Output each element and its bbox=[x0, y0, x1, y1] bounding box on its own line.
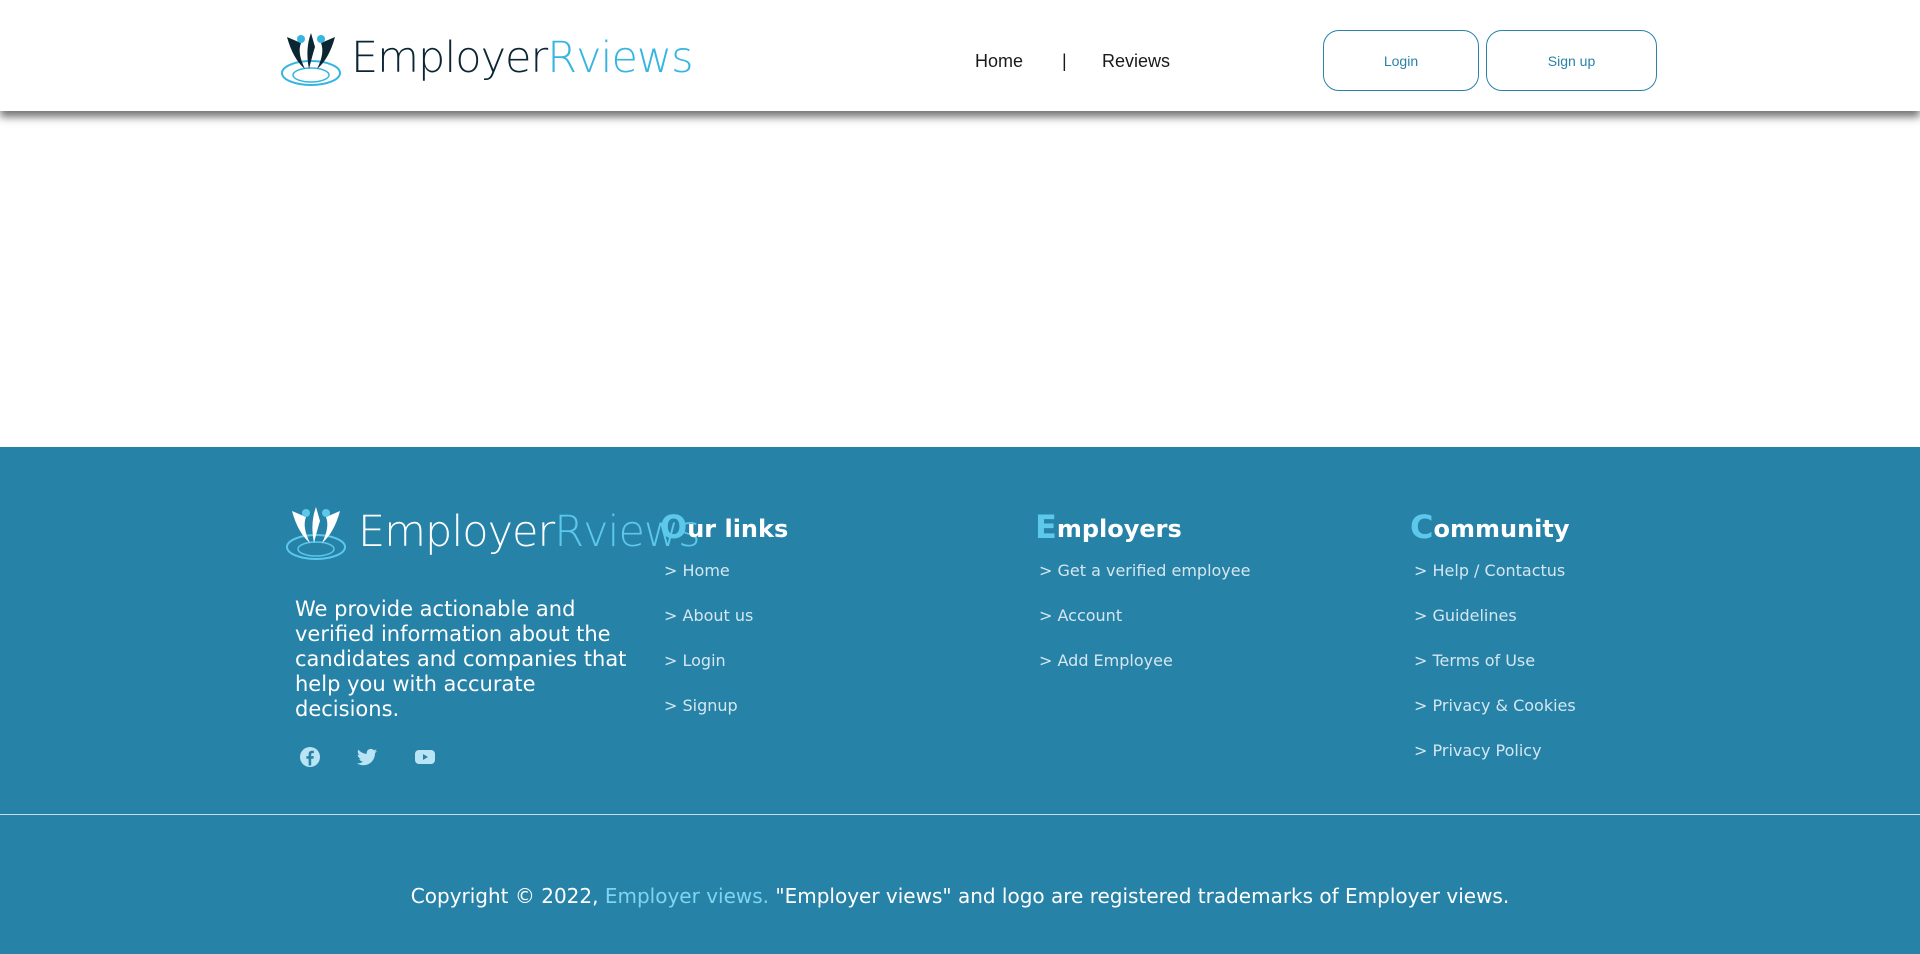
community-title: Community bbox=[1410, 507, 1576, 543]
nav-link-reviews[interactable]: Reviews bbox=[1102, 51, 1170, 72]
logo-text-employer: Employer bbox=[351, 32, 548, 83]
footer-link-get-verified-employee[interactable]: > Get a verified employee bbox=[1035, 561, 1250, 606]
copyright-brand-link[interactable]: Employer views. bbox=[605, 884, 769, 908]
header-logo[interactable]: EmployerRviews bbox=[279, 28, 694, 88]
employers-list: > Get a verified employee > Account > Ad… bbox=[1035, 561, 1250, 696]
footer-link-login[interactable]: > Login bbox=[660, 651, 788, 696]
nav-home-wrap: Home bbox=[975, 50, 1023, 72]
nav-separator: | bbox=[1062, 50, 1067, 71]
footer-link-about-us[interactable]: > About us bbox=[660, 606, 788, 651]
copyright-suffix: "Employer views" and logo are registered… bbox=[769, 884, 1510, 908]
footer-link-home[interactable]: > Home bbox=[660, 561, 788, 606]
site-header: EmployerRviews Home | Reviews Login Sign… bbox=[0, 0, 1920, 111]
logo-wordmark: EmployerRviews bbox=[351, 36, 694, 80]
our-links-title-rest: ur links bbox=[687, 515, 789, 543]
footer-column-our-links: Our links > Home > About us > Login > Si… bbox=[660, 507, 788, 741]
copyright-prefix: Copyright © 2022, bbox=[410, 884, 605, 908]
footer-column-employers: Employers > Get a verified employee > Ac… bbox=[1035, 507, 1250, 696]
nav-reviews-wrap: Reviews bbox=[1102, 50, 1170, 72]
footer-logo[interactable]: EmployerRviews bbox=[284, 503, 701, 561]
employers-title: Employers bbox=[1035, 507, 1250, 543]
footer-link-privacy-cookies[interactable]: > Privacy & Cookies bbox=[1410, 696, 1576, 741]
our-links-title-initial: O bbox=[660, 508, 688, 546]
site-footer: EmployerRviews We provide actionable and… bbox=[0, 447, 1920, 954]
footer-link-help-contact[interactable]: > Help / Contactus bbox=[1410, 561, 1576, 606]
footer-logo-icon bbox=[286, 507, 346, 560]
footer-link-signup[interactable]: > Signup bbox=[660, 696, 788, 741]
footer-column-community: Community > Help / Contactus > Guideline… bbox=[1410, 507, 1576, 786]
footer-logo-wordmark: EmployerRviews bbox=[358, 510, 701, 554]
logo-icon bbox=[281, 33, 341, 86]
footer-link-guidelines[interactable]: > Guidelines bbox=[1410, 606, 1576, 651]
community-title-rest: ommunity bbox=[1433, 515, 1570, 543]
employers-title-initial: E bbox=[1035, 508, 1057, 546]
login-button[interactable]: Login bbox=[1323, 30, 1479, 91]
footer-logo-text-employer: Employer bbox=[358, 506, 555, 557]
footer-about-text: We provide actionable and verified infor… bbox=[295, 597, 627, 721]
twitter-icon[interactable] bbox=[355, 745, 379, 769]
signup-button[interactable]: Sign up bbox=[1486, 30, 1657, 91]
community-title-initial: C bbox=[1410, 508, 1434, 546]
youtube-icon[interactable] bbox=[413, 745, 437, 769]
footer-link-account[interactable]: > Account bbox=[1035, 606, 1250, 651]
facebook-icon[interactable] bbox=[298, 745, 322, 769]
community-list: > Help / Contactus > Guidelines > Terms … bbox=[1410, 561, 1576, 786]
logo-text-rviews: Rviews bbox=[547, 32, 693, 83]
footer-link-terms-of-use[interactable]: > Terms of Use bbox=[1410, 651, 1576, 696]
footer-divider bbox=[0, 814, 1920, 815]
footer-link-privacy-policy[interactable]: > Privacy Policy bbox=[1410, 741, 1576, 786]
footer-link-add-employee[interactable]: > Add Employee bbox=[1035, 651, 1250, 696]
our-links-list: > Home > About us > Login > Signup bbox=[660, 561, 788, 741]
our-links-title: Our links bbox=[660, 507, 788, 543]
employers-title-rest: mployers bbox=[1056, 515, 1182, 543]
nav-link-home[interactable]: Home bbox=[975, 51, 1023, 72]
copyright-text: Copyright © 2022, Employer views. "Emplo… bbox=[0, 884, 1920, 908]
